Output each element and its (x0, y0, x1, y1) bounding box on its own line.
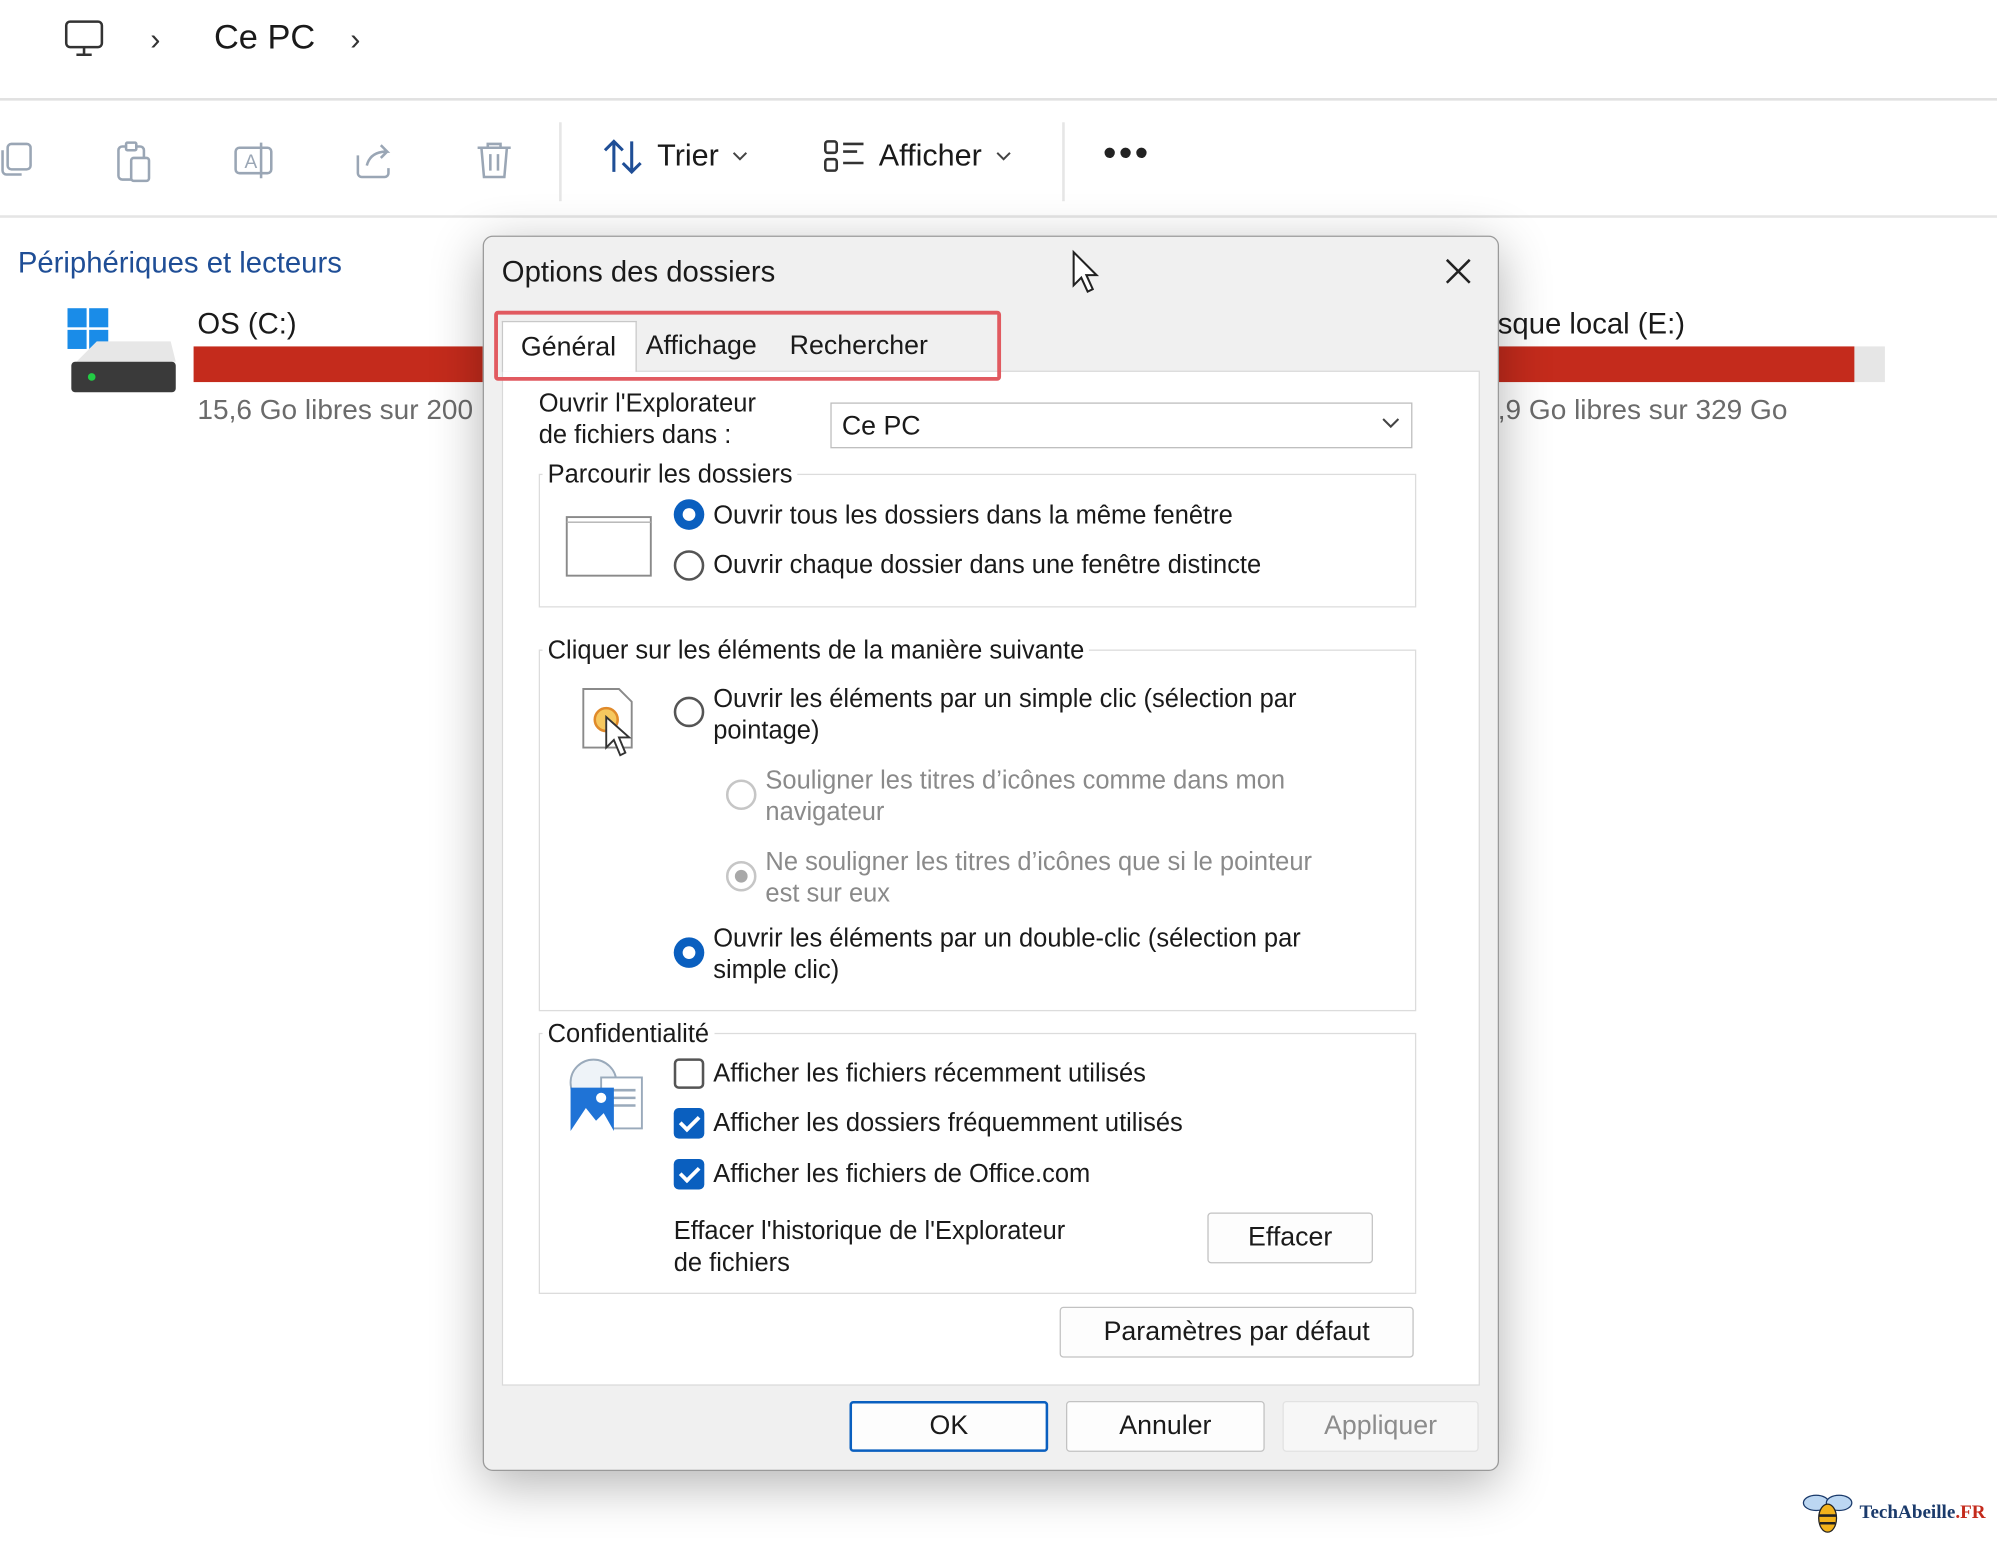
radio-double-click[interactable] (673, 937, 705, 968)
view-button[interactable]: Afficher (823, 138, 1013, 176)
view-icon (824, 140, 864, 172)
checkbox-office-files-label[interactable]: Afficher les fichiers de Office.com (713, 1159, 1090, 1191)
more-options-button[interactable]: ••• (1103, 132, 1151, 175)
close-icon[interactable] (1439, 252, 1477, 290)
browse-folders-title: Parcourir les dossiers (542, 461, 798, 491)
bee-icon (1802, 1494, 1853, 1533)
breadcrumb-chevron-icon[interactable]: › (150, 23, 160, 59)
restore-defaults-button[interactable]: Paramètres par défaut (1059, 1306, 1414, 1358)
sort-button[interactable]: Trier (601, 138, 749, 176)
radio-underline-browser-label[interactable]: Souligner les titres d’icônes comme dans… (765, 765, 1285, 829)
chevron-down-icon (1382, 418, 1400, 429)
techabeille-logo: TechAbeille.FR (1801, 1493, 1986, 1534)
checkbox-frequent-folders-label[interactable]: Afficher les dossiers fréquemment utilis… (713, 1108, 1183, 1140)
delete-icon[interactable] (475, 140, 513, 181)
computer-icon[interactable] (64, 18, 105, 59)
recent-files-icon (569, 1058, 643, 1131)
checkbox-office-files[interactable] (673, 1158, 705, 1190)
tabs-highlight-annotation (494, 310, 1002, 381)
breadcrumb-location[interactable]: Ce PC (214, 18, 315, 57)
drive-free-space: ,9 Go libres sur 329 Go (1497, 393, 1788, 426)
radio-same-window[interactable] (673, 499, 705, 530)
mouse-cursor-icon (1072, 249, 1100, 294)
breadcrumb-chevron-icon[interactable]: › (350, 23, 360, 59)
radio-underline-hover[interactable] (725, 860, 757, 892)
checkbox-recent-files[interactable] (673, 1058, 705, 1089)
radio-same-window-label[interactable]: Ouvrir tous les dossiers dans la même fe… (713, 501, 1233, 533)
logo-brand: TechAbeille (1859, 1502, 1956, 1523)
cancel-button[interactable]: Annuler (1066, 1400, 1265, 1452)
copy-icon[interactable] (0, 140, 36, 178)
divider (0, 98, 1997, 101)
drive-name[interactable]: sque local (E:) (1498, 307, 1685, 341)
radio-double-click-label[interactable]: Ouvrir les éléments par un double-clic (… (713, 923, 1301, 987)
share-icon[interactable] (354, 140, 395, 181)
toolbar-separator (559, 122, 562, 202)
clear-history-button[interactable]: Effacer (1207, 1212, 1373, 1264)
divider (0, 215, 1997, 218)
address-bar[interactable] (30, 0, 1997, 79)
logo-suffix: .FR (1955, 1502, 1986, 1523)
svg-text:A: A (245, 152, 258, 173)
chevron-down-icon (996, 152, 1011, 161)
click-items-title: Cliquer sur les éléments de la manière s… (542, 636, 1090, 667)
browse-folders-group (538, 473, 1417, 608)
sort-icon (603, 139, 642, 175)
drive-name[interactable]: OS (C:) (197, 307, 296, 341)
clear-history-label: Effacer l'historique de l'Explorateur de… (673, 1217, 1066, 1278)
privacy-title: Confidentialité (542, 1020, 715, 1050)
checkbox-frequent-folders[interactable] (673, 1108, 705, 1139)
view-label: Afficher (878, 138, 982, 174)
toolbar-separator (1062, 122, 1065, 202)
radio-separate-window[interactable] (673, 550, 705, 581)
drive-usage-bar (193, 346, 483, 383)
rename-icon[interactable]: A (233, 140, 276, 181)
dialog-title: Options des dossiers (501, 254, 776, 288)
pointer-click-icon (582, 688, 633, 757)
paste-icon[interactable] (115, 140, 153, 183)
windows-drive-icon[interactable] (66, 306, 178, 398)
ok-button[interactable]: OK (849, 1400, 1049, 1452)
radio-underline-browser[interactable] (725, 779, 757, 811)
sort-label: Trier (657, 138, 719, 174)
open-in-label: Ouvrir l'Explorateur de fichiers dans : (538, 389, 756, 450)
chevron-down-icon (733, 152, 748, 161)
section-header-devices[interactable]: Périphériques et lecteurs (18, 246, 342, 280)
open-in-value: Ce PC (841, 411, 921, 441)
open-in-dropdown[interactable]: Ce PC (830, 402, 1413, 449)
folder-options-dialog: Options des dossiers Général Affichage R… (482, 235, 1500, 1472)
radio-separate-window-label[interactable]: Ouvrir chaque dossier dans une fenêtre d… (713, 550, 1261, 582)
radio-single-click[interactable] (673, 696, 705, 728)
drive-usage-bar (1496, 346, 1885, 383)
radio-underline-hover-label[interactable]: Ne souligner les titres d’icônes que si … (765, 847, 1312, 911)
apply-button[interactable]: Appliquer (1282, 1400, 1479, 1452)
drive-free-space: 15,6 Go libres sur 200 (197, 393, 474, 426)
window-icon (565, 516, 652, 577)
radio-single-click-label[interactable]: Ouvrir les éléments par un simple clic (… (713, 684, 1296, 748)
checkbox-recent-files-label[interactable]: Afficher les fichiers récemment utilisés (713, 1058, 1146, 1090)
